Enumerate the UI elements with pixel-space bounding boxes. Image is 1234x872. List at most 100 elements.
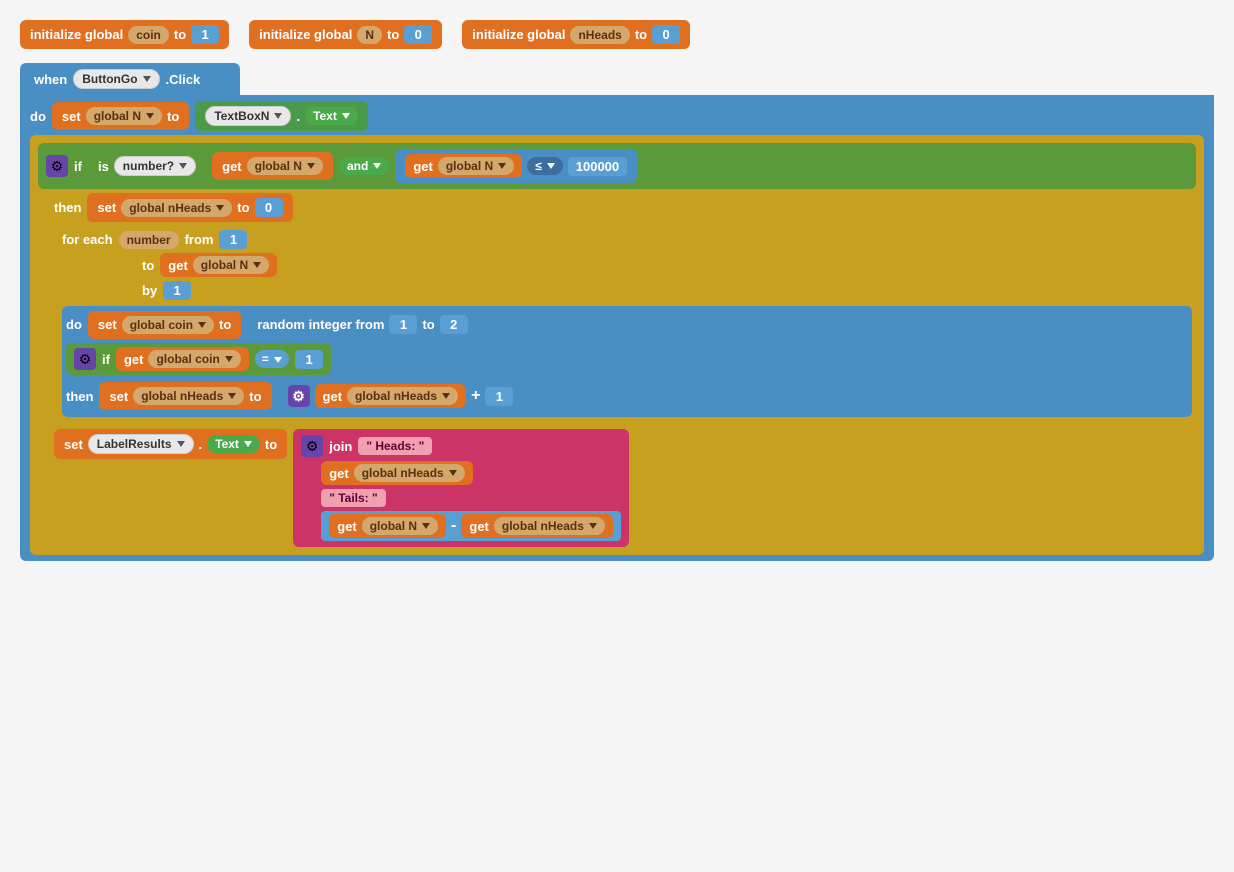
init-coin-var[interactable]: coin [128,26,169,44]
if-block: ⚙ if is number? get global N [38,143,1196,189]
nheads-plus-1-block: ⚙ get global nHeads + [278,379,524,413]
for-each-wrapper: for each number from 1 to get global N [54,226,1196,421]
is-number-arrow[interactable] [179,163,187,169]
minus-operator: - [451,517,456,535]
and-pill[interactable]: and [339,157,389,175]
init-nheads-block: initialize global nHeads to 0 [462,20,690,49]
get-nheads-inner-arrow[interactable] [442,393,450,399]
gear-icon-inner-if: ⚙ [74,348,96,370]
get-n-block2: get global N [405,154,522,178]
set-label-set: set [64,437,83,452]
tails-string: " Tails: " [321,489,386,507]
for-each-to-arrow[interactable] [253,262,261,268]
set-n-var-arrow[interactable] [146,113,154,119]
get-nheads-join-var[interactable]: global nHeads [354,464,465,482]
gear-icon-join: ⚙ [301,435,323,457]
textboxn-prop[interactable]: Text [305,107,358,125]
inner-do-block: do set global coin to [62,306,1192,417]
get-n-minus-var[interactable]: global N [362,517,438,535]
set-label-dot: . [199,437,203,452]
get-n-minus-arrow[interactable] [422,523,430,529]
get-n-label1: get [222,159,242,174]
get-nheads-minus-arrow[interactable] [589,523,597,529]
get-n-var1[interactable]: global N [247,157,323,175]
for-each-to-label: to [142,258,154,273]
inner-if-label: if [102,352,110,367]
init-coin-block: initialize global coin to 1 [20,20,229,49]
lte-operator[interactable]: ≤ [527,157,563,175]
and-arrow[interactable] [373,163,381,169]
set-label-results-row: set LabelResults . Text to [54,429,1196,547]
inner-get-coin-arrow[interactable] [225,356,233,362]
random-to: to [422,317,434,332]
random-to-val[interactable]: 2 [440,315,468,334]
join-header-row: ⚙ join " Heads: " [301,435,621,457]
set-n-set: set [62,109,81,124]
set-label-comp-arrow[interactable] [177,441,185,447]
set-nheads-0-var[interactable]: global nHeads [121,199,232,217]
set-coin-arrow[interactable] [198,322,206,328]
when-component[interactable]: ButtonGo [73,69,159,89]
inner-set-nheads-arrow[interactable] [228,393,236,399]
is-number-select[interactable]: number? [114,156,196,176]
set-labelresults-block: set LabelResults . Text to [54,429,287,459]
init-coin-to: to [174,27,186,42]
inner-eq-arrow[interactable] [274,357,282,363]
when-component-arrow[interactable] [143,76,151,82]
inner-get-coin-var[interactable]: global coin [148,350,240,368]
set-nheads-0-to: to [237,200,249,215]
plus-val[interactable]: 1 [485,387,513,406]
init-n-val[interactable]: 0 [404,25,432,44]
if-label: if [74,159,82,174]
for-each-to-var[interactable]: global N [193,256,269,274]
set-coin-var[interactable]: global coin [122,316,214,334]
textboxn-prop-arrow[interactable] [342,113,350,119]
get-n-var2[interactable]: global N [438,157,514,175]
inner-eq-val[interactable]: 1 [295,350,323,369]
set-label-prop-arrow[interactable] [244,441,252,447]
textboxn-block: TextBoxN . Text [195,101,368,131]
init-nheads-var[interactable]: nHeads [570,26,629,44]
textboxn-component[interactable]: TextBoxN [205,106,291,126]
set-nheads-0-val[interactable]: 0 [255,198,283,217]
set-label-component[interactable]: LabelResults [88,434,194,454]
inner-eq-op[interactable]: = [255,350,289,368]
get-nheads-minus-var[interactable]: global nHeads [494,517,605,535]
inner-set-nheads-block: set global nHeads to [99,382,271,410]
init-coin-val[interactable]: 1 [191,25,219,44]
textboxn-arrow[interactable] [274,113,282,119]
init-nheads-val[interactable]: 0 [652,25,680,44]
get-nheads-join-arrow[interactable] [449,470,457,476]
gear-icon-nheads: ⚙ [288,385,310,407]
lte-value[interactable]: 100000 [568,157,627,176]
for-each-by-row: by 1 [62,281,1192,300]
get-nheads-inner-var[interactable]: global nHeads [347,387,458,405]
inner-get-coin-block: get global coin [116,347,249,371]
for-each-label: for each [62,232,113,247]
get-n-block1: get global N [212,152,333,180]
lte-arrow[interactable] [547,163,555,169]
get-n-var1-arrow[interactable] [307,163,315,169]
get-n-var2-arrow[interactable] [498,163,506,169]
join-tails-row: " Tails: " [301,489,621,507]
for-each-var[interactable]: number [119,231,179,249]
get-nheads-join-get: get [329,466,349,481]
init-blocks-row: initialize global coin to 1 initialize g… [20,20,1214,49]
inner-set-nheads-var[interactable]: global nHeads [133,387,244,405]
random-from[interactable]: 1 [389,315,417,334]
gear-icon-if: ⚙ [46,155,68,177]
for-each-from-val[interactable]: 1 [219,230,247,249]
minus-block: get global N - get [321,511,621,541]
lte-block: get global N ≤ 100000 [395,149,637,183]
set-label-prop[interactable]: Text [207,435,260,453]
for-each-to-row: to get global N [62,253,1192,277]
for-each-by-val[interactable]: 1 [163,281,191,300]
set-n-var[interactable]: global N [86,107,162,125]
set-nheads-0-arrow[interactable] [216,205,224,211]
when-container: when ButtonGo .Click do set global N to [20,63,1214,561]
init-n-var[interactable]: N [357,26,382,44]
set-coin-set: set [98,317,117,332]
gold-if-wrapper: ⚙ if is number? get global N [30,135,1204,555]
inner-if-row: ⚙ if get global coin [66,343,1188,375]
join-calc-row: get global N - get [301,511,621,541]
